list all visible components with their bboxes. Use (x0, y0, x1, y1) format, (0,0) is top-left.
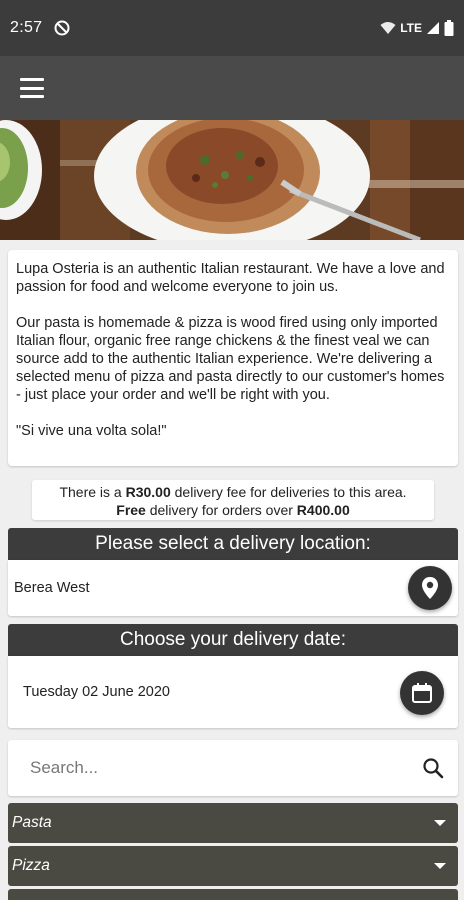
calendar-button[interactable] (400, 671, 444, 715)
calendar-icon (412, 683, 432, 703)
location-selector[interactable]: Berea West (8, 560, 458, 616)
network-type: LTE (400, 21, 422, 35)
about-paragraph: Lupa Osteria is an authentic Italian res… (16, 261, 445, 295)
status-bar: 2:57 LTE (0, 0, 464, 56)
fee-amount: R30.00 (125, 484, 171, 500)
delivery-fee-notice: There is a R30.00 delivery fee for deliv… (32, 480, 434, 520)
search-bar (8, 740, 458, 796)
category-label: Pizza (12, 857, 50, 874)
date-selector[interactable]: Tuesday 02 June 2020 (8, 656, 458, 728)
signal-icon (427, 22, 439, 34)
fee-text: delivery for orders over (145, 502, 297, 518)
app-bar (0, 56, 464, 120)
about-quote: "Si vive una volta sola!" (16, 423, 167, 439)
pasta-illustration (0, 120, 464, 240)
about-paragraph: Our pasta is homemade & pizza is wood fi… (16, 315, 445, 403)
fee-line-2: Free delivery for orders over R400.00 (32, 501, 434, 519)
fee-text: There is a (59, 484, 126, 500)
chevron-down-icon (434, 820, 446, 826)
date-value: Tuesday 02 June 2020 (23, 684, 170, 700)
search-icon[interactable] (422, 757, 444, 779)
fee-text: delivery fee for deliveries to this area… (170, 484, 407, 500)
category-next-partial[interactable] (8, 889, 458, 900)
about-card: Lupa Osteria is an authentic Italian res… (8, 250, 458, 466)
category-label: Pasta (12, 814, 52, 831)
status-time: 2:57 (10, 19, 43, 36)
free-threshold-amount: R400.00 (296, 502, 350, 518)
hero-image (0, 120, 464, 240)
dnd-icon (54, 20, 70, 36)
fee-line-1: There is a R30.00 delivery fee for deliv… (32, 483, 434, 501)
date-header: Choose your delivery date: (8, 624, 458, 656)
chevron-down-icon (434, 863, 446, 869)
category-pasta[interactable]: Pasta (8, 803, 458, 843)
search-input[interactable] (30, 758, 422, 778)
wifi-icon (380, 22, 396, 34)
location-header: Please select a delivery location: (8, 528, 458, 560)
location-pin-icon (422, 577, 438, 599)
location-value: Berea West (14, 580, 90, 596)
status-icons: LTE (380, 20, 454, 36)
battery-icon (444, 20, 454, 36)
category-pizza[interactable]: Pizza (8, 846, 458, 886)
location-pin-button[interactable] (408, 566, 452, 610)
free-label: Free (116, 502, 146, 518)
menu-icon[interactable] (20, 78, 44, 98)
